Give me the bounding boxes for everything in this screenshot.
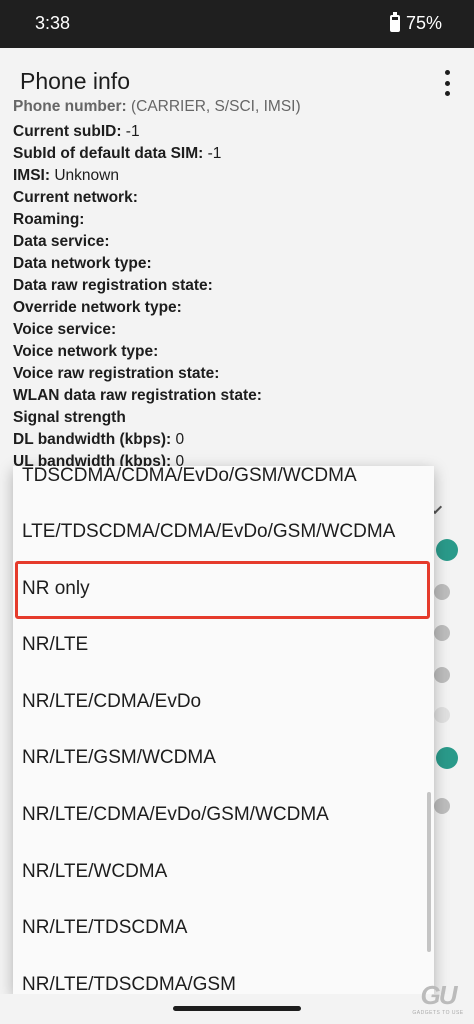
more-vert-icon[interactable] [440,70,454,96]
toggle-off[interactable] [434,584,450,600]
preferred-network-type-dropdown[interactable]: TDSCDMA/CDMA/EvDo/GSM/WCDMA LTE/TDSCDMA/… [13,466,434,994]
dropdown-scrollbar[interactable] [427,792,431,952]
navigation-bar [0,994,474,1024]
info-row-signal-strength: Signal strength [13,409,126,426]
battery-percent: 75% [405,13,442,33]
info-row-current-subid: Current subID: -1 [13,123,140,140]
toggle-on[interactable] [436,747,458,769]
toggle-off[interactable] [434,625,450,641]
option-nr-lte-wcdma[interactable]: NR/LTE/WCDMA [13,844,434,900]
option-nr-lte[interactable]: NR/LTE [13,617,434,673]
option-nr-lte-tdscdma-gsm[interactable]: NR/LTE/TDSCDMA/GSM [13,957,434,994]
info-row-override-network-type: Override network type: [13,299,182,316]
toggle-off[interactable] [434,667,450,683]
status-bar: 3:38 75% [0,0,474,48]
option-nr-lte-gsm-wcdma[interactable]: NR/LTE/GSM/WCDMA [13,730,434,786]
option-lte-tdscdma-cdma-evdo-gsm-wcdma[interactable]: LTE/TDSCDMA/CDMA/EvDo/GSM/WCDMA [13,504,434,560]
info-row-wlan-raw-registration: WLAN data raw registration state: [13,387,262,404]
info-row-phone-number: Phone number: (CARRIER, S/SCI, IMSI) [13,100,301,115]
home-gesture-handle[interactable] [173,1006,301,1011]
info-row-default-data-sim: SubId of default data SIM: -1 [13,145,222,162]
info-row-roaming: Roaming: [13,211,85,228]
toggle-off[interactable] [434,798,450,814]
page-title: Phone info [20,68,130,94]
option-tdscdma-cdma-evdo-gsm-wcdma[interactable]: TDSCDMA/CDMA/EvDo/GSM/WCDMA [13,466,434,504]
toggle-off[interactable] [434,707,450,723]
info-row-current-network: Current network: [13,189,138,206]
option-nr-only[interactable]: NR only [13,561,434,617]
info-row-data-network-type: Data network type: [13,255,152,272]
info-row-data-raw-registration: Data raw registration state: [13,277,213,294]
status-right: 75% [389,12,442,34]
gadgets-to-use-watermark: GU GADGETS TO USE [410,981,466,1021]
info-row-voice-network-type: Voice network type: [13,343,159,360]
info-row-voice-service: Voice service: [13,321,117,338]
watermark-logo: GU [420,980,458,1010]
info-row-data-service: Data service: [13,233,110,250]
option-nr-lte-cdma-evdo-gsm-wcdma[interactable]: NR/LTE/CDMA/EvDo/GSM/WCDMA [13,787,434,843]
watermark-tagline: GADGETS TO USE [412,1010,464,1016]
toggle-on[interactable] [436,539,458,561]
info-row-voice-raw-registration: Voice raw registration state: [13,365,220,382]
info-row-dl-bandwidth: DL bandwidth (kbps): 0 [13,431,185,448]
status-time: 3:38 [35,13,71,33]
option-nr-lte-tdscdma[interactable]: NR/LTE/TDSCDMA [13,900,434,956]
battery-charging-icon [389,12,400,32]
option-nr-lte-cdma-evdo[interactable]: NR/LTE/CDMA/EvDo [13,674,434,730]
phone-info-list: Phone number: (CARRIER, S/SCI, IMSI) Cur… [0,100,474,470]
info-row-imsi: IMSI: Unknown [13,167,119,184]
